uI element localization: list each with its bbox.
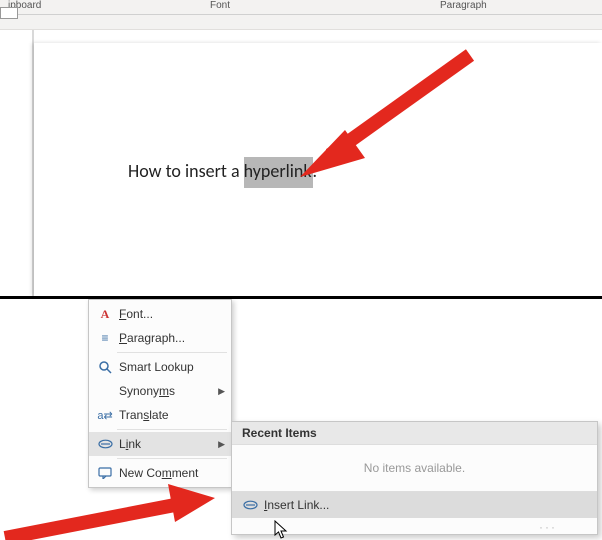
menu-separator <box>117 352 227 353</box>
document-page[interactable] <box>34 43 602 296</box>
submenu-label-insert-link: Insert Link... <box>260 498 589 512</box>
ribbon-group-bar: ipboard Font Paragraph <box>0 0 602 30</box>
link-icon <box>240 496 260 514</box>
link-icon <box>95 435 115 453</box>
annotation-arrow-to-insert-link <box>0 480 225 540</box>
submenu-item-insert-link[interactable]: Insert Link... <box>232 492 597 518</box>
ribbon-group-font: Font <box>210 0 230 11</box>
menu-item-synonyms[interactable]: Synonyms ▶ <box>89 379 231 403</box>
ribbon-group-paragraph: Paragraph <box>440 0 487 11</box>
menu-label-smart-lookup: Smart Lookup <box>115 360 225 374</box>
menu-item-translate[interactable]: a⇄ Translate <box>89 403 231 427</box>
context-menu[interactable]: A Font... ≡ Paragraph... Smart Lookup Sy… <box>88 299 232 488</box>
synonyms-icon <box>95 382 115 400</box>
menu-label-paragraph: Paragraph... <box>115 331 225 345</box>
document-text[interactable]: How to insert a hyperlink. <box>128 160 317 182</box>
link-submenu[interactable]: Recent Items No items available. Insert … <box>231 421 598 535</box>
ruler-tab-marker[interactable] <box>0 7 18 19</box>
menu-separator <box>117 458 227 459</box>
chevron-right-icon: ▶ <box>213 386 225 397</box>
menu-label-new-comment: New Comment <box>115 466 225 480</box>
menu-label-link: Link <box>115 437 213 451</box>
menu-label-synonyms: Synonyms <box>115 384 213 398</box>
menu-label-translate: Translate <box>115 408 225 422</box>
doc-text-period: . <box>313 160 318 182</box>
comment-icon <box>95 464 115 482</box>
doc-text-selection[interactable]: hyperlink <box>244 157 313 188</box>
menu-label-font: Font... <box>115 307 225 321</box>
submenu-empty-text: No items available. <box>232 445 597 491</box>
submenu-resize-grip[interactable]: ··· <box>232 518 597 534</box>
menu-item-smart-lookup[interactable]: Smart Lookup <box>89 355 231 379</box>
paragraph-icon: ≡ <box>95 329 115 347</box>
font-icon: A <box>95 305 115 323</box>
menu-separator <box>117 429 227 430</box>
doc-text-prefix: How to insert a <box>128 160 244 182</box>
menu-item-new-comment[interactable]: New Comment <box>89 461 231 485</box>
menu-item-link[interactable]: Link ▶ <box>89 432 231 456</box>
search-icon <box>95 358 115 376</box>
chevron-right-icon: ▶ <box>213 439 225 450</box>
submenu-header-recent: Recent Items <box>232 422 597 445</box>
translate-icon: a⇄ <box>95 406 115 424</box>
menu-item-paragraph[interactable]: ≡ Paragraph... <box>89 326 231 350</box>
menu-item-font[interactable]: A Font... <box>89 302 231 326</box>
